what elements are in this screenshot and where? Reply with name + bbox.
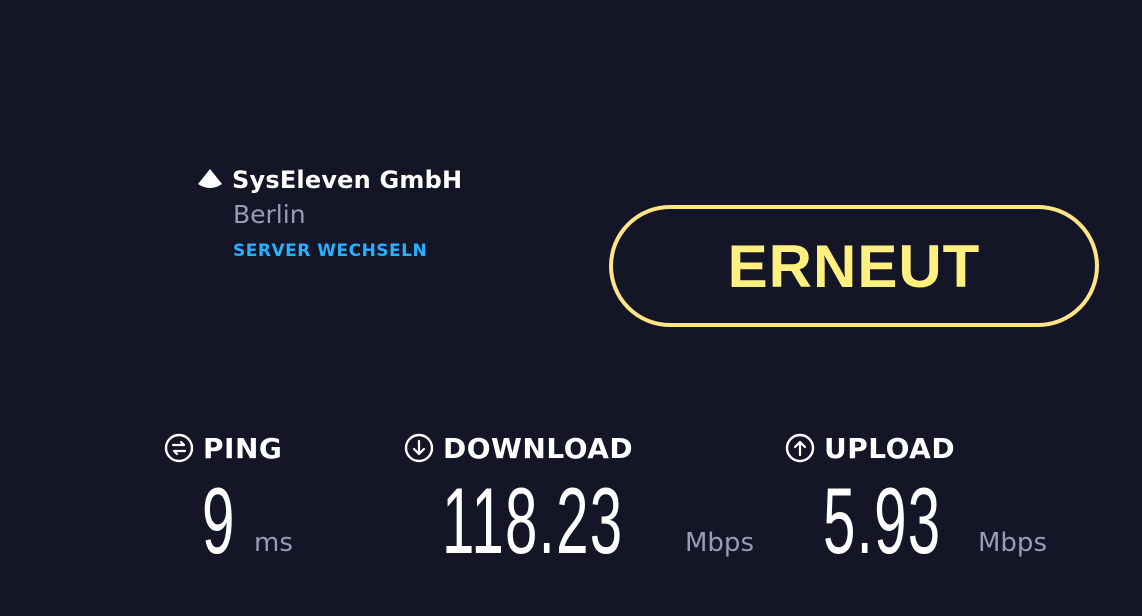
upload-unit: Mbps <box>978 528 1047 558</box>
download-unit: Mbps <box>685 528 754 558</box>
download-result: DOWNLOAD 118.23 Mbps <box>404 430 754 576</box>
server-city: Berlin <box>233 200 306 229</box>
download-body: 118.23 Mbps <box>404 466 754 576</box>
download-arrow-icon <box>404 433 434 463</box>
download-value: 118.23 <box>442 468 624 573</box>
server-name: SysEleven GmbH <box>232 166 463 194</box>
ping-body: 9 ms <box>164 466 293 576</box>
upload-label: UPLOAD <box>824 431 956 465</box>
ping-unit: ms <box>254 528 293 558</box>
upload-header: UPLOAD <box>785 430 955 466</box>
again-button-label: ERNEUT <box>727 232 981 300</box>
ping-header: PING <box>164 430 282 466</box>
download-header: DOWNLOAD <box>404 430 633 466</box>
server-info: SysEleven GmbH Berlin SERVER WECHSELN <box>196 166 462 261</box>
download-label: DOWNLOAD <box>443 431 634 465</box>
ping-result: PING 9 ms <box>164 430 293 576</box>
ping-label: PING <box>203 431 283 465</box>
change-server-link[interactable]: SERVER WECHSELN <box>233 241 427 261</box>
upload-arrow-icon <box>785 433 815 463</box>
upload-result: UPLOAD 5.93 Mbps <box>785 430 1047 576</box>
upload-body: 5.93 Mbps <box>785 466 1047 576</box>
ping-value: 9 <box>202 468 236 573</box>
server-pin-icon <box>196 166 224 194</box>
server-row: SysEleven GmbH <box>196 166 462 194</box>
ping-icon <box>164 433 194 463</box>
upload-value: 5.93 <box>823 468 942 573</box>
again-button[interactable]: ERNEUT <box>609 205 1099 327</box>
speedtest-result-page: SysEleven GmbH Berlin SERVER WECHSELN ER… <box>0 0 1142 616</box>
